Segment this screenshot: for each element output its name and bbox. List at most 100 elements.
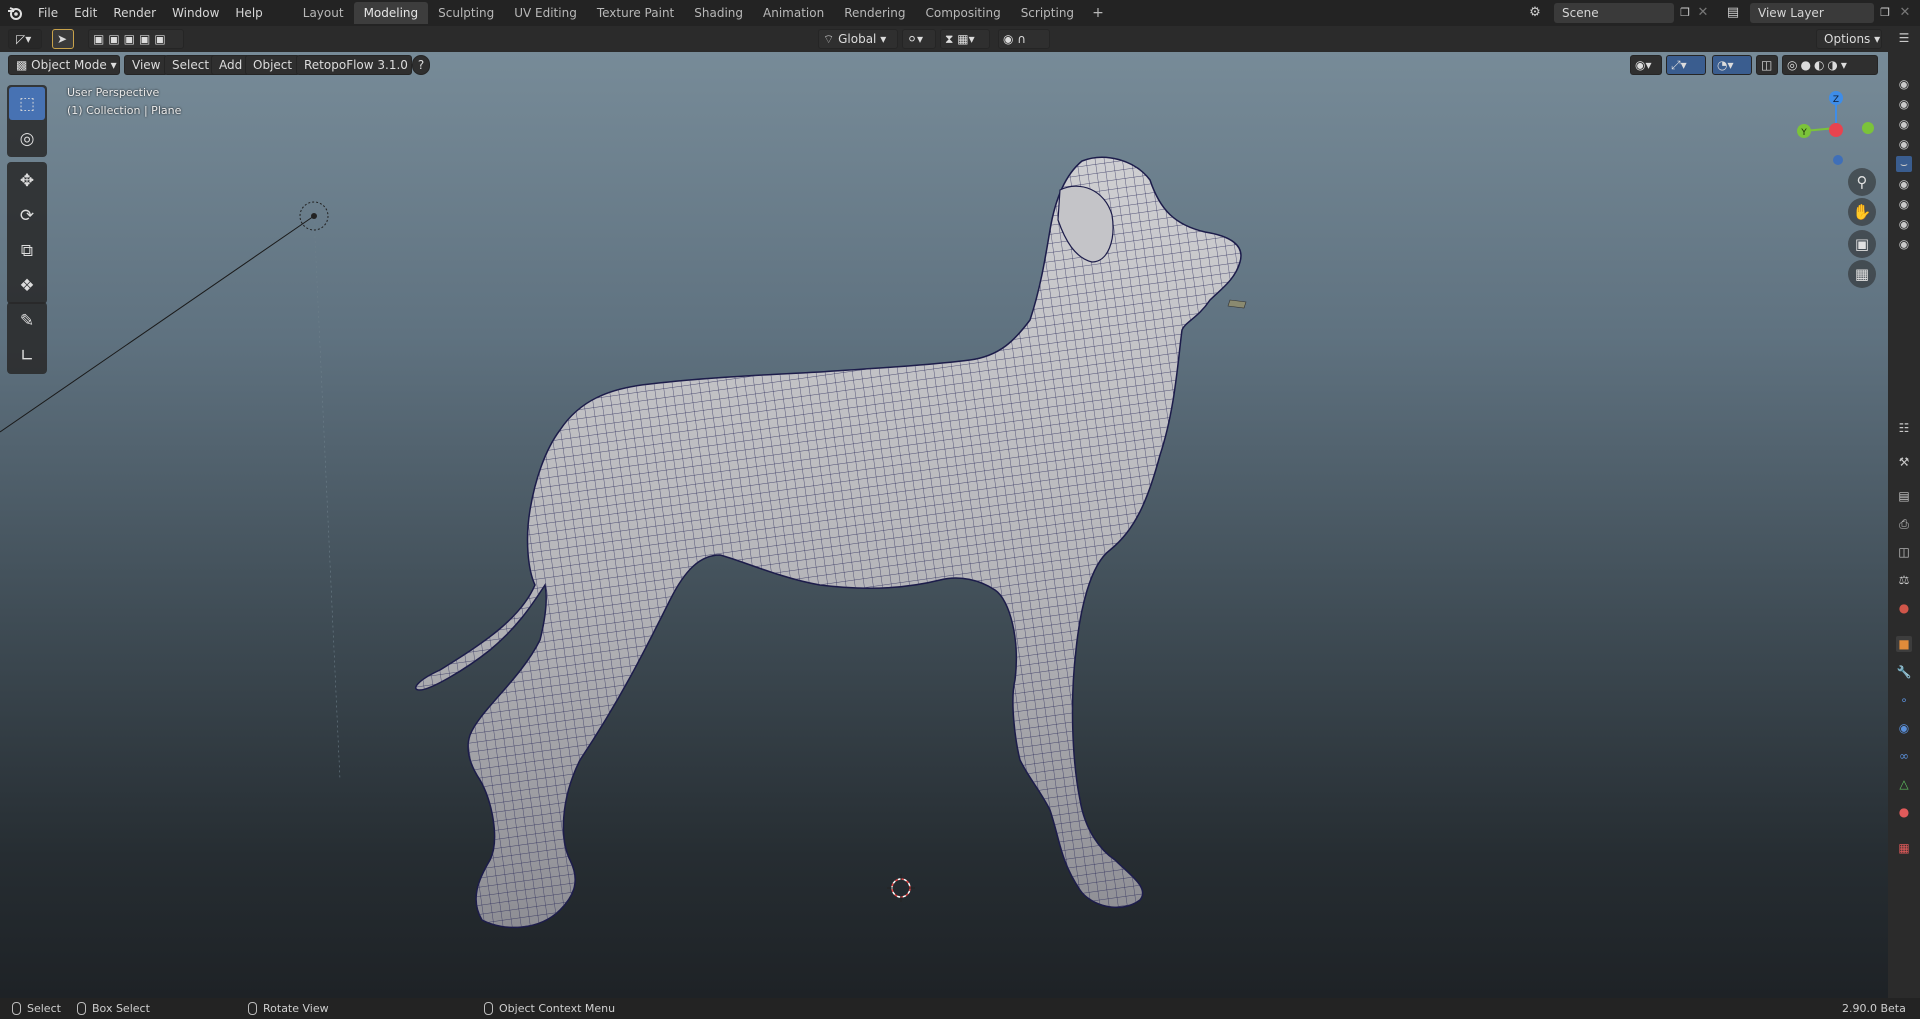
add-workspace-button[interactable]: + (1084, 5, 1112, 21)
visibility-eye-icon[interactable]: ◉ (1896, 76, 1912, 92)
view-layer-icon[interactable]: ▤ (1724, 4, 1742, 22)
tab-animation[interactable]: Animation (753, 2, 834, 24)
transform-icon: ❖ (19, 275, 35, 296)
neg-z-axis-icon[interactable] (1833, 155, 1843, 165)
ortho-toggle-button[interactable]: ▦ (1848, 260, 1876, 288)
annotate-tool[interactable]: ✎ (9, 304, 45, 337)
properties-editor-icon[interactable]: ☷ (1896, 420, 1912, 436)
neg-y-axis-icon[interactable] (1862, 122, 1874, 134)
tweak-tool-button[interactable]: ➤ (52, 29, 74, 49)
tab-shading[interactable]: Shading (684, 2, 753, 24)
visibility-eye-icon[interactable]: ◉ (1896, 136, 1912, 152)
physics-properties-icon[interactable]: ◉ (1896, 720, 1912, 736)
view-menu[interactable]: View (124, 55, 169, 75)
visibility-hidden-icon[interactable]: ⌣ (1896, 156, 1912, 172)
render-properties-icon[interactable]: ▤ (1896, 488, 1912, 504)
overlay-dropdown[interactable]: ◔▾ (1712, 55, 1752, 75)
xray-toggle[interactable]: ◫ (1756, 55, 1778, 75)
proportional-editing-dropdown[interactable]: ◉ ∩ (998, 29, 1050, 49)
chevron-down-icon: ▾ (110, 58, 117, 72)
scene-properties-icon[interactable]: ⚖ (1896, 572, 1912, 588)
light-icon[interactable] (299, 201, 329, 231)
selection-mode-buttons[interactable]: ▣▣▣▣▣ (88, 29, 184, 49)
view-layer-field[interactable]: View Layer (1750, 3, 1874, 23)
tab-uv-editing[interactable]: UV Editing (504, 2, 587, 24)
options-dropdown[interactable]: Options ▾ (1816, 29, 1882, 49)
material-properties-icon[interactable]: ● (1896, 804, 1912, 820)
scene-icon[interactable]: ⚙ (1526, 4, 1544, 22)
scene-field[interactable]: Scene (1554, 3, 1674, 23)
cursor-tool[interactable]: ◎ (9, 122, 45, 155)
gizmo-dropdown[interactable]: ⤢▾ (1666, 55, 1706, 75)
tab-compositing[interactable]: Compositing (915, 2, 1010, 24)
camera-view-button[interactable]: ▣ (1848, 230, 1876, 258)
shading-buttons[interactable]: ◎●◐◑▾ (1782, 55, 1878, 75)
tab-scripting[interactable]: Scripting (1011, 2, 1084, 24)
camera-icon: ▣ (1854, 235, 1870, 253)
visibility-eye-icon[interactable]: ◉ (1896, 116, 1912, 132)
pan-view-button[interactable]: ✋ (1848, 198, 1876, 226)
mode-dropdown[interactable]: ▩ Object Mode ▾ (8, 55, 120, 75)
view-layer-properties-icon[interactable]: ◫ (1896, 544, 1912, 560)
scale-tool[interactable]: ⧉ (9, 234, 45, 267)
help-button[interactable]: ? (412, 55, 430, 75)
chevron-down-icon: ▾ (880, 32, 887, 46)
visibility-eye-icon[interactable]: ◉ (1896, 236, 1912, 252)
overlay-icon: ◔▾ (1717, 58, 1734, 72)
tab-layout[interactable]: Layout (293, 2, 354, 24)
options-label: Options (1824, 32, 1871, 46)
menu-window[interactable]: Window (164, 0, 227, 26)
visibility-eye-icon[interactable]: ◉ (1896, 176, 1912, 192)
snap-dropdown[interactable]: ⧗ ▦▾ (940, 29, 990, 49)
transform-orientation-dropdown[interactable]: ⌔ Global ▾ (818, 29, 898, 49)
world-properties-icon[interactable]: ● (1896, 600, 1912, 616)
outliner-editor-icon[interactable]: ☰ (1896, 30, 1912, 46)
tab-sculpting[interactable]: Sculpting (428, 2, 504, 24)
tool-properties-icon[interactable]: ⚒ (1896, 454, 1912, 470)
grid-icon: ▦ (1854, 265, 1870, 283)
retopoflow-menu[interactable]: RetopoFlow 3.1.0 ▾ (296, 55, 418, 75)
visibility-eye-icon[interactable]: ◉ (1896, 96, 1912, 112)
rotate-tool[interactable]: ⟳ (9, 199, 45, 232)
visibility-dropdown[interactable]: ◉▾ (1630, 55, 1662, 75)
output-properties-icon[interactable]: ⎙ (1896, 516, 1912, 532)
constraints-properties-icon[interactable]: ∞ (1896, 748, 1912, 764)
magnet-icon: ⧗ ▦▾ (945, 32, 975, 46)
navigation-gizmo[interactable]: Z Y (1790, 86, 1880, 176)
blender-logo-icon[interactable] (0, 0, 30, 26)
3d-viewport[interactable]: User Perspective (1) Collection | Plane … (0, 52, 1888, 998)
editor-type-button[interactable]: ◸▾ (8, 29, 42, 49)
visibility-eye-icon[interactable]: ◉ (1896, 196, 1912, 212)
particles-properties-icon[interactable]: ∘ (1896, 692, 1912, 708)
select-box-tool[interactable]: ⬚ (9, 87, 45, 120)
modifier-properties-icon[interactable]: 🔧 (1896, 664, 1912, 680)
transform-tool[interactable]: ❖ (9, 269, 45, 302)
pivot-point-dropdown[interactable]: ⚪▾ (902, 29, 936, 49)
object-menu[interactable]: Object (245, 55, 301, 75)
remove-scene-icon[interactable]: ✕ (1694, 4, 1712, 22)
measure-tool[interactable]: ∟ (9, 339, 45, 372)
menu-help[interactable]: Help (227, 0, 270, 26)
tab-modeling[interactable]: Modeling (353, 2, 429, 24)
3d-cursor-icon[interactable] (887, 874, 915, 902)
move-tool[interactable]: ✥ (9, 164, 45, 197)
tab-texture-paint[interactable]: Texture Paint (587, 2, 684, 24)
new-scene-icon[interactable]: ❐ (1676, 4, 1694, 22)
texture-properties-icon[interactable]: ▦ (1896, 840, 1912, 856)
collection-label: (1) Collection | Plane (67, 104, 182, 117)
chevron-down-icon: ▾ (1874, 32, 1881, 46)
mouse-middle-icon (248, 1001, 257, 1015)
data-properties-icon[interactable]: △ (1896, 776, 1912, 792)
zoom-view-button[interactable]: ⚲ (1848, 168, 1876, 196)
menu-edit[interactable]: Edit (66, 0, 105, 26)
new-view-layer-icon[interactable]: ❐ (1876, 4, 1894, 22)
svg-text:Y: Y (1800, 128, 1807, 138)
tab-rendering[interactable]: Rendering (834, 2, 915, 24)
x-axis-icon[interactable] (1829, 123, 1843, 137)
select-menu[interactable]: Select (164, 55, 218, 75)
object-properties-icon[interactable]: ■ (1896, 636, 1912, 652)
visibility-eye-icon[interactable]: ◉ (1896, 216, 1912, 232)
menu-file[interactable]: File (30, 0, 66, 26)
menu-render[interactable]: Render (105, 0, 164, 26)
remove-view-layer-icon[interactable]: ✕ (1896, 4, 1914, 22)
